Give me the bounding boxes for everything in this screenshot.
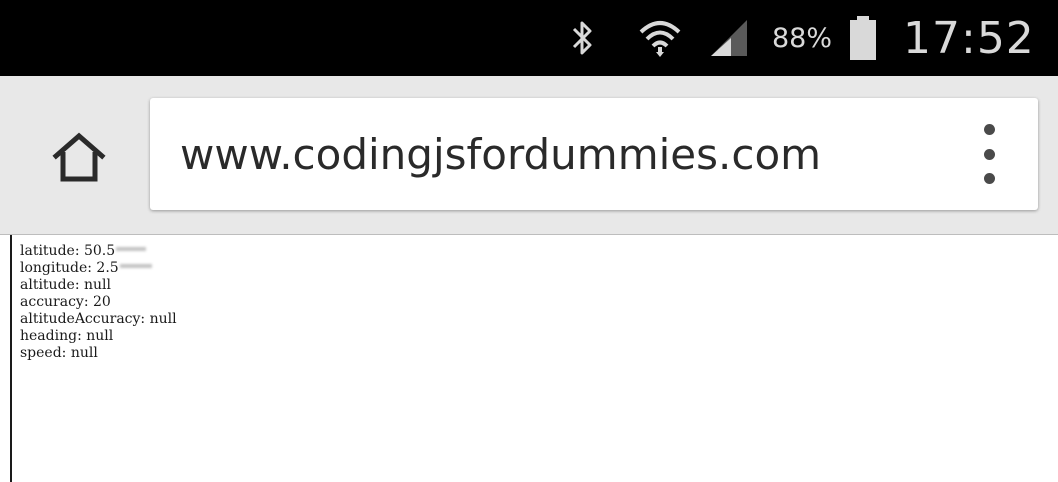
status-bar: 88% 17:52	[0, 0, 1058, 76]
longitude-line: longitude: 2.5	[20, 260, 177, 277]
menu-dot	[983, 173, 995, 184]
speed-line: speed: null	[20, 345, 98, 361]
latitude-line: latitude: 50.5	[20, 243, 177, 260]
menu-dot	[983, 148, 995, 160]
latitude-text: latitude: 50.5	[20, 243, 116, 259]
heading-line: heading: null	[20, 328, 114, 344]
altitude-accuracy-line: altitudeAccuracy: null	[20, 311, 177, 327]
clock: 17:52	[903, 12, 1035, 64]
altitude-line: altitude: null	[20, 277, 111, 293]
accuracy-line: accuracy: 20	[20, 294, 111, 310]
menu-dot	[983, 124, 995, 135]
battery-percent: 88%	[772, 22, 833, 54]
url-text[interactable]: www.codingjsfordummies.com	[180, 98, 821, 210]
cell-signal-icon	[707, 0, 751, 76]
battery-icon	[848, 0, 878, 76]
home-button[interactable]	[44, 128, 114, 192]
longitude-text: longitude: 2.5	[20, 260, 119, 276]
address-bar[interactable]: www.codingjsfordummies.com	[150, 98, 1038, 210]
bluetooth-icon	[570, 0, 596, 76]
wifi-icon	[638, 0, 682, 76]
redacted-digits	[116, 247, 147, 251]
overflow-menu-button[interactable]	[978, 124, 1000, 184]
page-edge-divider	[10, 235, 12, 482]
page-content: latitude: 50.5 longitude: 2.5 altitude: …	[0, 235, 1058, 482]
redacted-digits	[119, 264, 152, 268]
home-icon	[51, 132, 107, 188]
browser-toolbar: www.codingjsfordummies.com	[0, 76, 1058, 235]
geolocation-output: latitude: 50.5 longitude: 2.5 altitude: …	[20, 243, 177, 362]
